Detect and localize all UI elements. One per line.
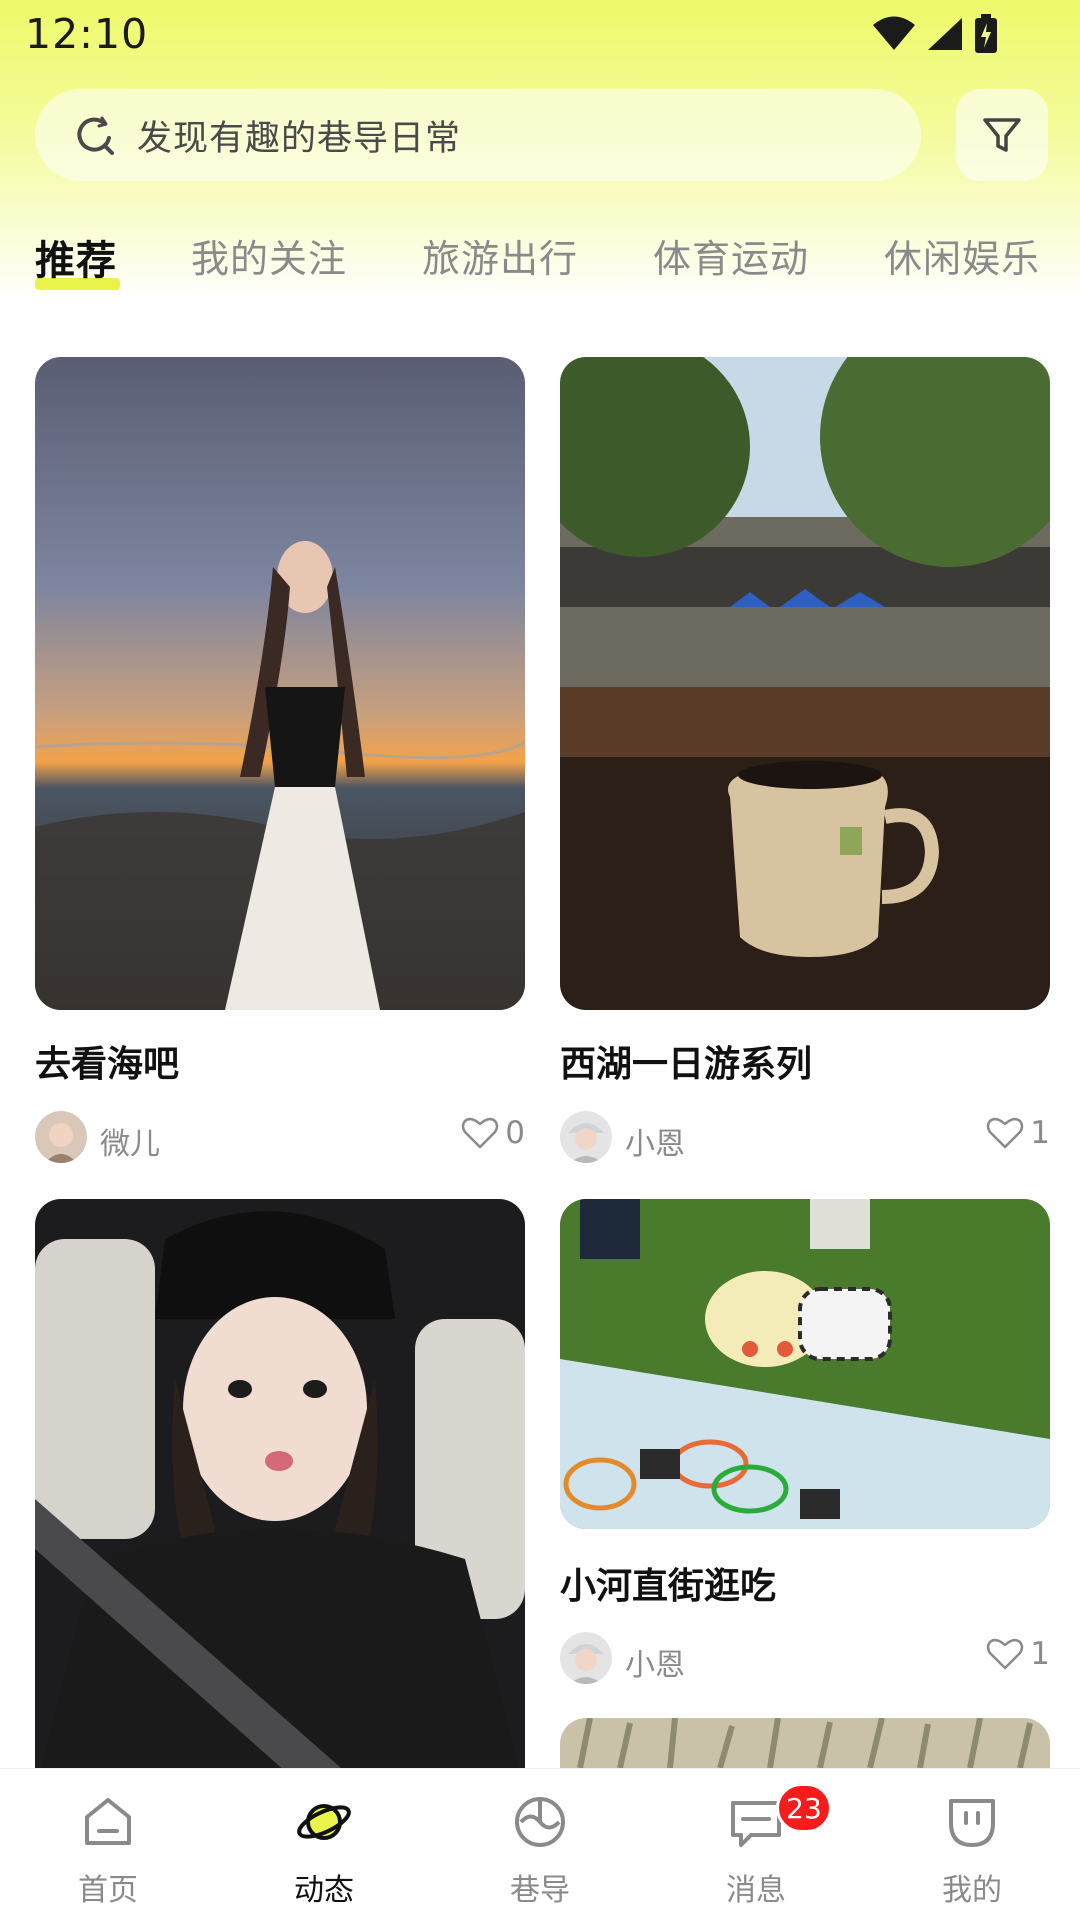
avatar-image [560,1111,612,1163]
tab-travel[interactable]: 旅游出行 [422,228,578,283]
tab-recommended[interactable]: 推荐 [35,228,117,286]
profile-icon [949,1799,995,1847]
post-image[interactable] [560,357,1050,1010]
wheat-field-photo [560,1718,1050,1768]
post-meta: 小恩 1 [560,1111,1050,1167]
filter-button[interactable] [956,89,1048,181]
nav-label: 消息 [726,1873,786,1908]
sunset-beach-photo [35,357,525,1010]
nav-profile[interactable]: 我的 [902,1769,1042,1920]
like-button[interactable]: 1 [986,1115,1050,1151]
status-icons [872,14,998,54]
bottom-navigation: 首页 动态 巷导 23 消息 我的 [0,1768,1080,1920]
nav-label: 我的 [942,1873,1002,1908]
search-placeholder: 发现有趣的巷导日常 [137,118,462,159]
post-title: 去看海吧 [35,1044,180,1085]
nav-label: 巷导 [510,1873,570,1908]
post-image[interactable] [560,1199,1050,1529]
post-card[interactable] [35,1199,525,1789]
home-icon [85,1798,131,1845]
status-bar: 12:10 [0,0,1080,78]
child-picnic-photo [560,1199,1050,1529]
compass-icon [515,1797,565,1847]
status-time: 12:10 [25,10,149,58]
avatar-image [35,1111,87,1163]
search-input[interactable]: 发现有趣的巷导日常 [35,89,921,181]
nav-label: 动态 [294,1873,354,1908]
planet-icon [297,1804,351,1840]
like-count: 1 [1030,1636,1050,1672]
avatar[interactable] [560,1111,612,1163]
post-image[interactable] [35,357,525,1010]
author-name[interactable]: 小恩 [625,1640,685,1684]
post-meta: 小恩 1 [560,1632,1050,1688]
refresh-search-icon [77,116,114,155]
like-button[interactable]: 1 [986,1636,1050,1672]
author-name[interactable]: 小恩 [625,1119,685,1163]
author-name[interactable]: 微儿 [100,1119,160,1163]
nav-home[interactable]: 首页 [38,1769,178,1920]
post-image[interactable] [35,1199,525,1789]
avatar[interactable] [560,1632,612,1684]
wifi-icon [873,16,915,50]
signal-icon [928,18,962,50]
post-title: 西湖一日游系列 [560,1044,813,1085]
unread-badge: 23 [776,1783,832,1833]
tab-leisure[interactable]: 休闲娱乐 [884,228,1040,283]
post-title: 小河直街逛吃 [560,1566,777,1607]
avatar-image [560,1632,612,1684]
coffee-mug-plaza-photo [560,357,1050,1010]
post-card[interactable]: 小河直街逛吃 小恩 1 [560,1199,1050,1689]
tab-following[interactable]: 我的关注 [191,228,347,283]
heart-icon [987,1117,1024,1149]
battery-icon [975,14,997,53]
filter-icon [983,118,1021,152]
nav-messages[interactable]: 23 消息 [686,1769,832,1920]
tab-sports[interactable]: 体育运动 [653,228,809,283]
car-selfie-photo [35,1199,525,1789]
category-tabs: 推荐 我的关注 旅游出行 体育运动 休闲娱乐 [0,228,1080,298]
post-card[interactable]: 西湖一日游系列 小恩 1 [560,357,1050,1167]
heart-icon [462,1117,499,1149]
like-count: 1 [1030,1115,1050,1151]
like-button[interactable]: 0 [461,1115,525,1151]
nav-feed[interactable]: 动态 [254,1769,394,1920]
post-card[interactable] [560,1718,1050,1768]
post-meta: 微儿 0 [35,1111,525,1167]
avatar[interactable] [35,1111,87,1163]
like-count: 0 [505,1115,525,1151]
heart-icon [987,1638,1024,1670]
nav-guide[interactable]: 巷导 [470,1769,610,1920]
nav-label: 首页 [78,1873,138,1908]
post-card[interactable]: 去看海吧 微儿 0 [35,357,525,1167]
